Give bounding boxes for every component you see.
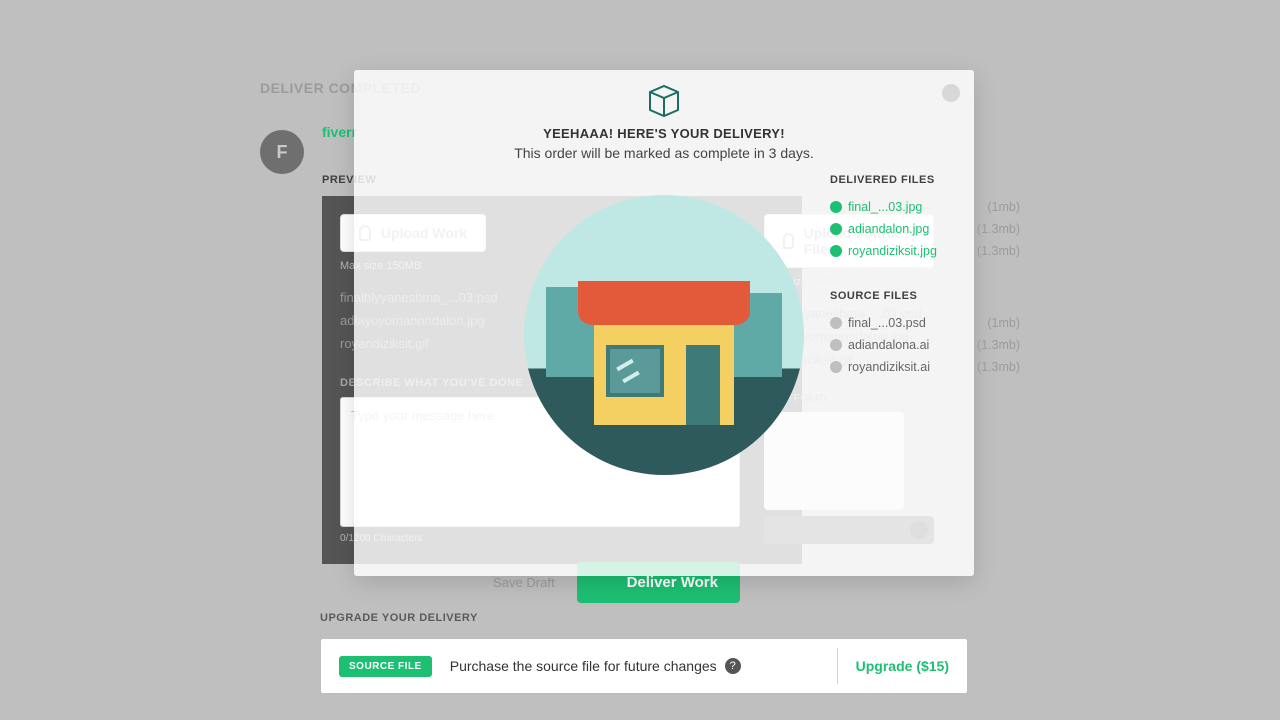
delivered-files-label: DELIVERED FILES <box>830 174 1020 186</box>
close-icon[interactable] <box>942 84 960 102</box>
upgrade-button[interactable]: Upgrade ($15) <box>856 658 949 674</box>
store-illustration <box>524 195 804 475</box>
status-dot-icon <box>830 223 842 235</box>
source-file-row[interactable]: final_...03.psd(1mb) <box>830 312 1020 334</box>
modal-title: YEEHAAA! HERE'S YOUR DELIVERY! <box>354 126 974 141</box>
divider <box>837 648 838 684</box>
upgrade-description: Purchase the source file for future chan… <box>450 658 819 674</box>
source-file-badge: SOURCE FILE <box>339 656 432 677</box>
upgrade-bar: SOURCE FILE Purchase the source file for… <box>320 638 968 694</box>
delivered-file-row[interactable]: final_...03.jpg(1mb) <box>830 196 1020 218</box>
box-icon <box>599 576 617 590</box>
status-dot-icon <box>830 317 842 329</box>
status-dot-icon <box>830 201 842 213</box>
help-icon[interactable]: ? <box>725 658 741 674</box>
source-file-row[interactable]: adiandalona.ai(1.3mb) <box>830 334 1020 356</box>
modal-subtitle: This order will be marked as complete in… <box>354 145 974 161</box>
upgrade-section-label: UPGRADE YOUR DELIVERY <box>320 612 478 624</box>
save-draft-link[interactable]: Save Draft <box>493 575 554 590</box>
avatar: F <box>260 130 304 174</box>
source-file-row[interactable]: royandiziksit.ai(1.3mb) <box>830 356 1020 378</box>
delivered-file-row[interactable]: adiandalon.jpg(1.3mb) <box>830 218 1020 240</box>
delivered-file-row[interactable]: royandiziksit.jpg(1.3mb) <box>830 240 1020 262</box>
status-dot-icon <box>830 339 842 351</box>
status-dot-icon <box>830 361 842 373</box>
package-icon <box>644 82 684 118</box>
source-files-label: SOURCE FILES <box>830 290 1020 302</box>
status-dot-icon <box>830 245 842 257</box>
